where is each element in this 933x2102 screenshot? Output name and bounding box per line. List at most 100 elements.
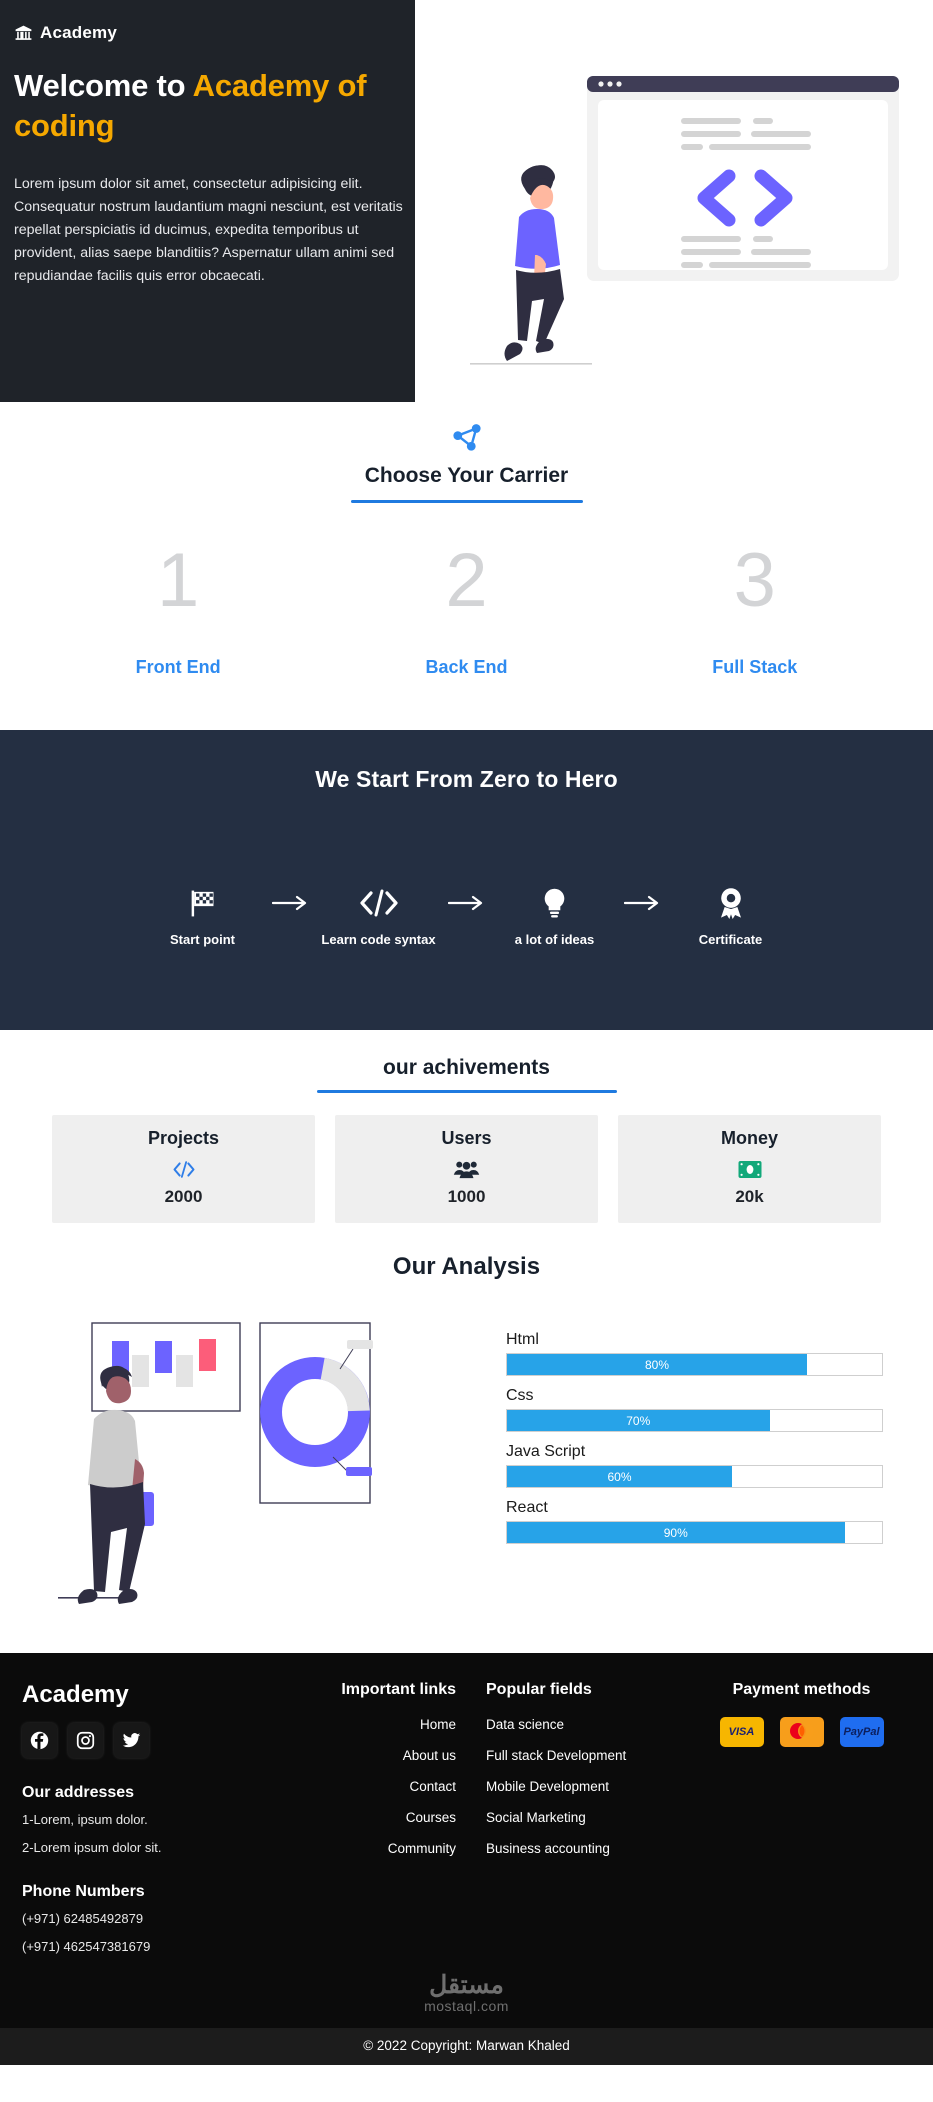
footer-field-mobile-development[interactable]: Mobile Development <box>486 1779 692 1794</box>
landing-page: Academy Welcome to Academy of coding Lor… <box>0 0 933 2066</box>
checkered-flag-icon <box>187 883 218 923</box>
journey-steps: Start point Learn code syntax a lot of i… <box>0 883 933 947</box>
facebook-icon <box>30 1731 49 1750</box>
achievements-section: our achivements Projects 2000 Users 1000… <box>0 1030 933 1224</box>
footer-field-social-marketing[interactable]: Social Marketing <box>486 1810 692 1825</box>
payment-logos: VISA PayPal <box>692 1717 911 1748</box>
achievement-card-value: 2000 <box>164 1187 203 1207</box>
progress-bar-value: 90% <box>663 1525 688 1540</box>
watermark-arabic: مستقل <box>429 1971 504 2000</box>
footer-field-business-accounting[interactable]: Business accounting <box>486 1841 692 1856</box>
analysis-section: Our Analysis Html 80% Css 70% Java Scrip… <box>0 1223 933 1654</box>
footer-link-about-us[interactable]: About us <box>292 1748 456 1763</box>
paypal-logo: PayPal <box>839 1717 884 1748</box>
hero-section: Academy Welcome to Academy of coding Lor… <box>0 0 933 402</box>
carrier-option-back-end[interactable]: 2 Back End <box>322 542 610 678</box>
skill-react: React 90% <box>506 1499 883 1545</box>
journey-arrow-icon <box>444 883 490 923</box>
carrier-label[interactable]: Full Stack <box>611 657 899 678</box>
journey-step-a-lot-of-ideas: a lot of ideas <box>490 883 620 947</box>
mastercard-logo <box>779 1717 824 1748</box>
watermark-latin: mostaql.com <box>424 1998 509 2015</box>
progress-bar-value: 60% <box>607 1469 632 1484</box>
footer-addresses-heading: Our addresses <box>22 1784 135 1802</box>
footer-phone-2: (+971) 462547381679 <box>22 1938 151 1954</box>
carrier-number: 3 <box>733 538 776 623</box>
money-bill-icon <box>628 1155 871 1183</box>
footer-links-heading: Important links <box>341 1681 456 1699</box>
journey-step-label: Certificate <box>698 932 763 948</box>
progress-bar-fill: 70% <box>507 1410 770 1432</box>
footer-fields-column: Popular fields Data science Full stack D… <box>462 1681 692 1956</box>
carrier-option-full-stack[interactable]: 3 Full Stack <box>611 538 899 678</box>
footer-field-full-stack-development[interactable]: Full stack Development <box>486 1748 692 1763</box>
bank-columns-icon <box>15 25 32 40</box>
carrier-underline <box>350 500 583 503</box>
journey-arrow-icon <box>620 883 666 923</box>
hero-content-panel: Academy Welcome to Academy of coding Lor… <box>0 0 415 402</box>
choose-carrier-section: Choose Your Carrier 1 Front End 2 Back E… <box>0 402 933 731</box>
analysis-body: Html 80% Css 70% Java Script 60% React 9… <box>0 1281 933 1627</box>
carrier-label[interactable]: Back End <box>322 657 610 678</box>
footer-field-data-science[interactable]: Data science <box>486 1717 692 1732</box>
journey-step-label: a lot of ideas <box>514 932 595 948</box>
footer-brand-column: Academy Our addresses 1-Lorem, ipsum dol… <box>22 1681 292 1956</box>
achievements-title: our achivements <box>383 1056 550 1080</box>
progress-bar-fill: 60% <box>507 1466 732 1488</box>
users-group-icon <box>345 1155 588 1183</box>
facebook-link[interactable] <box>22 1723 57 1759</box>
visa-label: VISA <box>728 1726 755 1739</box>
analysis-illustration <box>50 1307 490 1627</box>
progress-bar: 60% <box>506 1465 883 1489</box>
footer-link-contact[interactable]: Contact <box>292 1779 456 1794</box>
twitter-icon <box>122 1733 141 1748</box>
footer-link-community[interactable]: Community <box>292 1841 456 1856</box>
carrier-title: Choose Your Carrier <box>364 464 569 487</box>
award-ribbon-icon <box>716 883 746 923</box>
skill-java-script: Java Script 60% <box>506 1443 883 1489</box>
journey-step-label: Start point <box>170 932 235 948</box>
journey-arrow-icon <box>268 883 314 923</box>
progress-bar-fill: 90% <box>507 1522 845 1544</box>
site-footer: Academy Our addresses 1-Lorem, ipsum dol… <box>0 1653 933 2029</box>
footer-link-home[interactable]: Home <box>292 1717 456 1732</box>
carrier-option-front-end[interactable]: 1 Front End <box>34 538 322 678</box>
carrier-number: 1 <box>157 538 200 623</box>
achievements-cards: Projects 2000 Users 1000 Money 20k <box>0 1093 933 1224</box>
skill-css: Css 70% <box>506 1387 883 1433</box>
footer-fields-heading: Popular fields <box>486 1681 592 1699</box>
instagram-icon <box>76 1732 95 1750</box>
carrier-label[interactable]: Front End <box>34 657 322 678</box>
footer-address-2: 2-Lorem ipsum dolor sit. <box>22 1839 162 1855</box>
skill-label: React <box>506 1499 548 1517</box>
skill-label: Css <box>506 1387 534 1405</box>
skill-label: Java Script <box>506 1443 586 1461</box>
footer-payments-heading: Payment methods <box>732 1681 871 1699</box>
footer-address-1: 1-Lorem, ipsum dolor. <box>22 1812 148 1828</box>
skill-label: Html <box>506 1331 539 1349</box>
brand-name: Academy <box>40 23 117 42</box>
achievement-card-money: Money 20k <box>618 1115 881 1224</box>
achievement-card-value: 1000 <box>447 1187 486 1207</box>
instagram-link[interactable] <box>68 1723 103 1759</box>
analysis-title: Our Analysis <box>392 1253 541 1281</box>
footer-columns: Academy Our addresses 1-Lorem, ipsum dol… <box>22 1681 911 1956</box>
hero-illustration <box>415 46 933 402</box>
achievement-card-projects: Projects 2000 <box>52 1115 315 1224</box>
footer-links-column: Important links Home About us Contact Co… <box>292 1681 462 1956</box>
footer-link-courses[interactable]: Courses <box>292 1810 456 1825</box>
developer-walking-past-code-window-illustration <box>470 76 899 365</box>
twitter-link[interactable] <box>114 1723 149 1759</box>
copyright-bar: © 2022 Copyright: Marwan Khaled <box>0 2028 933 2066</box>
visa-logo: VISA <box>719 1717 764 1748</box>
share-network-icon <box>452 424 481 451</box>
page-title: Welcome to Academy of coding <box>14 66 393 145</box>
hero-title-plain: Welcome to <box>14 68 193 103</box>
footer-payments-column: Payment methods VISA PayPal <box>692 1681 911 1956</box>
footer-phones-heading: Phone Numbers <box>22 1883 145 1901</box>
person-viewing-charts-illustration <box>58 1322 373 1605</box>
brand-logo[interactable]: Academy <box>14 18 393 48</box>
mostaql-watermark: مستقل mostaql.com <box>22 1956 911 2022</box>
journey-step-start-point: Start point <box>138 883 268 947</box>
skill-bars: Html 80% Css 70% Java Script 60% React 9… <box>506 1307 883 1555</box>
